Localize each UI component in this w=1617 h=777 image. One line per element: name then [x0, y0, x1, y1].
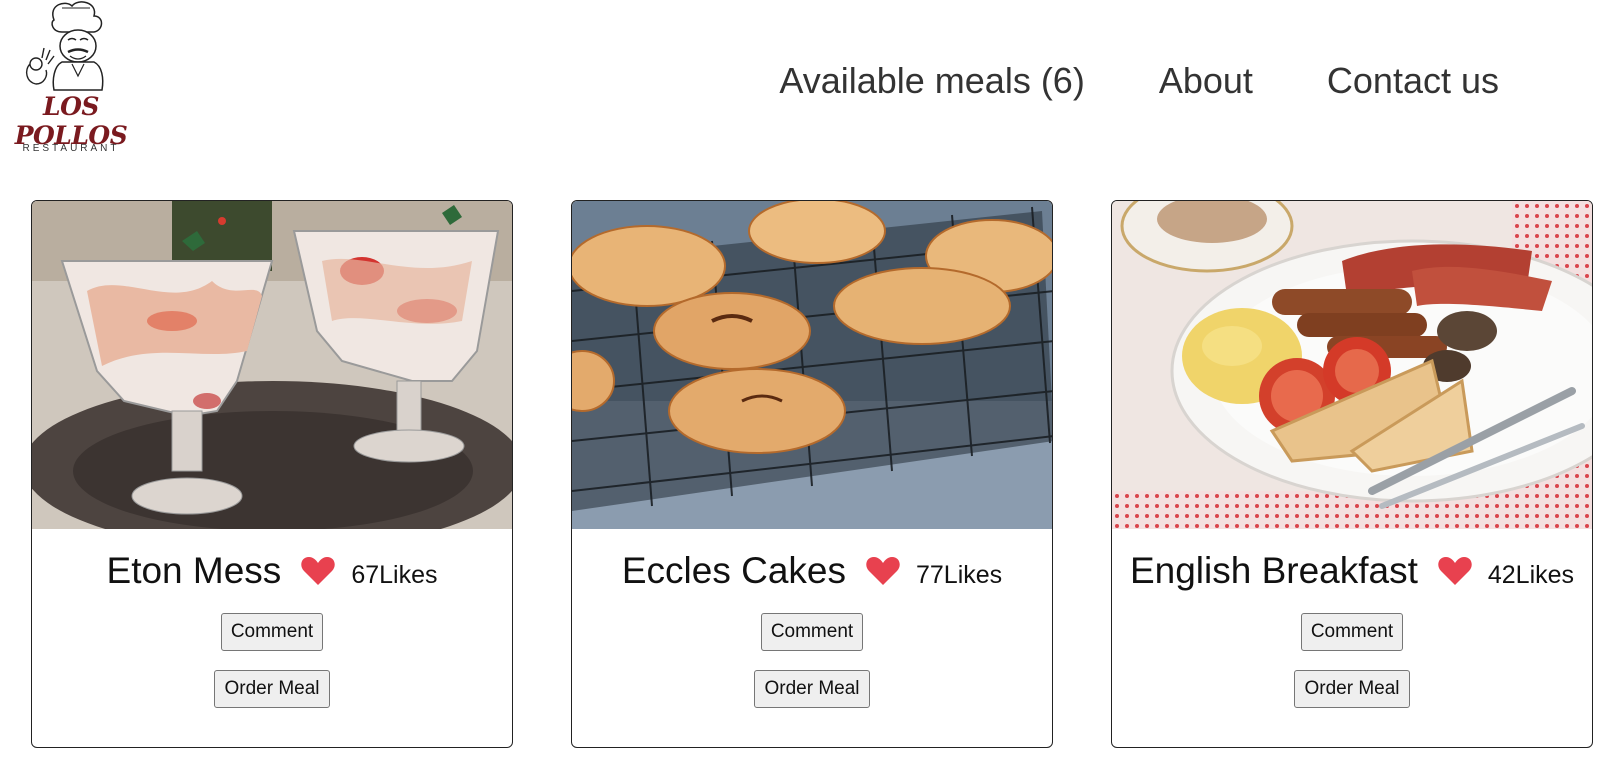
meal-title: Eton Mess: [106, 550, 282, 591]
nav-about[interactable]: About: [1159, 60, 1253, 102]
heart-icon[interactable]: [301, 556, 336, 586]
main-nav: Available meals (6) About Contact us: [779, 60, 1499, 102]
brand-name: LOS POLLOS: [14, 92, 128, 150]
meal-title-row: English Breakfast 42Likes: [1112, 549, 1592, 593]
meal-title: Eccles Cakes: [621, 550, 846, 591]
chef-icon: [25, 1, 104, 91]
eccles-cakes-photo: [572, 201, 1052, 529]
likes-count: 67Likes: [351, 560, 438, 589]
meal-card: Eccles Cakes 77Likes Comment Order Meal: [571, 200, 1053, 748]
order-meal-button[interactable]: Order Meal: [214, 670, 330, 708]
english-breakfast-photo: [1112, 201, 1592, 529]
meals-list: Eton Mess 67Likes Comment Order Meal Ecc…: [31, 200, 1593, 748]
meal-card: English Breakfast 42Likes Comment Order …: [1111, 200, 1593, 748]
brand-subtitle: RESTAURANT: [22, 143, 120, 154]
site-header: LOS POLLOS RESTAURANT Available meals (6…: [0, 0, 1617, 180]
meal-card: Eton Mess 67Likes Comment Order Meal: [31, 200, 513, 748]
likes-count: 42Likes: [1487, 560, 1575, 589]
meal-title-row: Eccles Cakes 77Likes: [572, 549, 1052, 593]
heart-icon[interactable]: [866, 556, 900, 586]
nav-available-meals[interactable]: Available meals (6): [779, 60, 1084, 102]
comment-button[interactable]: Comment: [760, 613, 864, 651]
comment-button[interactable]: Comment: [220, 613, 324, 651]
order-meal-button[interactable]: Order Meal: [754, 670, 870, 708]
eton-mess-photo: [32, 201, 512, 529]
comment-button[interactable]: Comment: [1300, 613, 1404, 651]
logo[interactable]: LOS POLLOS RESTAURANT: [6, 0, 134, 160]
order-meal-button[interactable]: Order Meal: [1294, 670, 1410, 708]
meal-title: English Breakfast: [1129, 550, 1418, 591]
meal-title-row: Eton Mess 67Likes: [32, 549, 512, 593]
likes-count: 77Likes: [915, 560, 1003, 589]
nav-contact-us[interactable]: Contact us: [1327, 60, 1499, 102]
heart-icon[interactable]: [1438, 556, 1472, 586]
